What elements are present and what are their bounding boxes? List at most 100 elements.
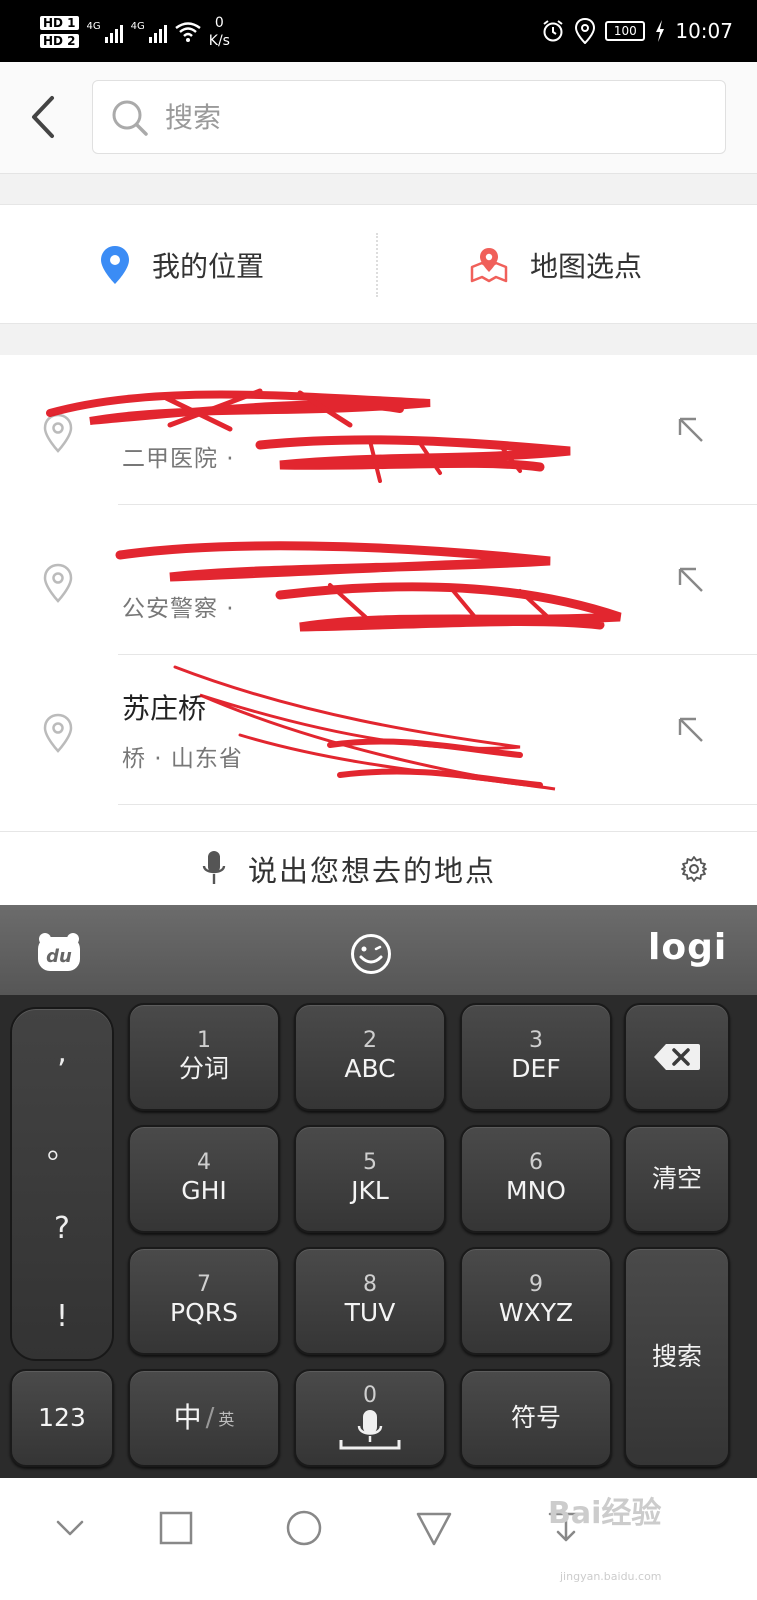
location-status-icon [575,18,596,44]
location-options: 我的位置 地图选点 [0,204,757,324]
fill-query-arrow-icon[interactable] [676,415,706,445]
speed-value: 0 [214,15,224,31]
home-circle-icon[interactable] [284,1508,324,1548]
punctuation-column[interactable]: , 。 ? ! [10,1007,114,1361]
key-letters: WXYZ [498,1298,574,1327]
network-type-1: 4G [86,21,101,32]
search-key[interactable]: 搜索 [624,1247,730,1467]
logi-logo[interactable]: logi [648,927,727,968]
gear-icon[interactable] [681,856,707,882]
key-number: 6 [529,1150,543,1175]
key-number: 3 [529,1028,543,1053]
backspace-key[interactable] [624,1003,730,1111]
baidu-watermark: Bai经验 [548,1496,662,1531]
signal-icon-2: 4G [131,21,167,43]
key-2[interactable]: 2 ABC [294,1003,446,1111]
key-letters: GHI [181,1176,227,1205]
hd-indicator: HD 1 HD 2 [40,16,79,48]
key-8[interactable]: 8 TUV [294,1247,446,1355]
numeric-mode-key[interactable]: 123 [10,1369,114,1467]
punct-comma[interactable]: , [12,1035,112,1070]
voice-input-bar[interactable]: 说出您想去的地点 [0,831,757,905]
key-letters: MNO [506,1176,566,1205]
signal-icon-1: 4G [87,21,123,43]
network-type-2: 4G [130,21,145,32]
key-number: 2 [363,1028,377,1053]
key-1[interactable]: 1 分词 [128,1003,280,1111]
key-7[interactable]: 7 PQRS [128,1247,280,1355]
baidu-watermark-url: jingyan.baidu.com [560,1570,662,1583]
speed-unit: K/s [208,33,230,49]
backspace-icon [654,1044,700,1070]
map-pick-button[interactable]: 地图选点 [470,205,642,325]
result-subtitle: 桥 · 山东省 [122,746,243,772]
hd2-badge: HD 2 [40,34,79,48]
key-3[interactable]: 3 DEF [460,1003,612,1111]
punct-period[interactable]: 。 [12,1123,112,1167]
baidu-input-logo-icon[interactable]: du [36,931,82,973]
charging-icon [656,20,665,42]
symbols-key[interactable]: 符号 [460,1369,612,1467]
status-bar: HD 1 HD 2 4G 4G 0 K/s 100 10:07 [0,0,757,62]
location-pin-icon [43,563,73,603]
recents-square-icon[interactable] [156,1508,196,1548]
hd1-badge: HD 1 [40,16,79,30]
key-number: 0 [363,1383,377,1408]
my-location-label: 我的位置 [152,250,265,283]
search-header [0,62,757,174]
hide-keyboard-chevron-icon[interactable] [50,1508,90,1548]
key-letters: PQRS [170,1298,238,1327]
row-divider [118,804,757,805]
key-number: 5 [363,1150,377,1175]
numeric-label: 123 [38,1403,86,1432]
location-pin-icon [43,713,73,753]
search-input[interactable] [165,91,705,143]
list-item[interactable]: 苏庄桥 桥 · 山东省 [0,655,757,805]
punct-question[interactable]: ? [12,1211,112,1246]
result-list: 二甲医院 · 公安警察 · 苏庄桥 桥 · 山东省 [0,355,757,831]
key-number: 4 [197,1150,211,1175]
search-key-label: 搜索 [651,1342,702,1371]
key-number: 1 [197,1028,211,1053]
key-6[interactable]: 6 MNO [460,1125,612,1233]
location-pin-icon [43,413,73,453]
result-subtitle: 二甲医院 · [122,446,235,472]
emoji-icon[interactable] [350,933,392,975]
map-pick-label: 地图选点 [530,250,643,283]
search-box[interactable] [92,80,726,154]
key-letters: 分词 [178,1054,229,1083]
navigation-bar: Bai经验 jingyan.baidu.com [0,1478,757,1600]
clear-label: 清空 [651,1164,702,1193]
result-subtitle: 公安警察 · [122,596,235,622]
key-letters: JKL [351,1176,389,1205]
punct-exclaim[interactable]: ! [12,1299,112,1334]
key-number: 9 [529,1272,543,1297]
network-speed: 0 K/s [209,14,230,50]
list-item[interactable]: 公安警察 · [0,505,757,655]
wifi-icon [175,22,201,42]
fill-query-arrow-icon[interactable] [676,565,706,595]
fill-query-arrow-icon[interactable] [676,715,706,745]
my-location-button[interactable]: 我的位置 [100,205,264,325]
list-item[interactable]: 二甲医院 · [0,355,757,505]
key-9[interactable]: 9 WXYZ [460,1247,612,1355]
alarm-icon [543,20,563,42]
clock: 10:07 [675,19,733,43]
search-icon [112,100,148,136]
key-4[interactable]: 4 GHI [128,1125,280,1233]
language-switch-key[interactable]: 中 / 英 [128,1369,280,1467]
key-letters: TUV [344,1298,396,1327]
key-letters: ABC [344,1054,396,1083]
lang-sub: 英 [218,1410,235,1429]
space-voice-key[interactable]: 0 [294,1369,446,1467]
back-triangle-icon[interactable] [414,1508,454,1548]
lang-main: 中 [173,1401,202,1434]
back-arrow-icon[interactable] [24,92,64,142]
clear-key[interactable]: 清空 [624,1125,730,1233]
keyboard-toolbar: du logi [0,905,757,995]
microphone-icon [202,851,226,884]
key-5[interactable]: 5 JKL [294,1125,446,1233]
svg-text:du: du [46,946,72,967]
voice-prompt: 说出您想去的地点 [248,854,497,888]
battery-icon: 100 [605,21,646,41]
